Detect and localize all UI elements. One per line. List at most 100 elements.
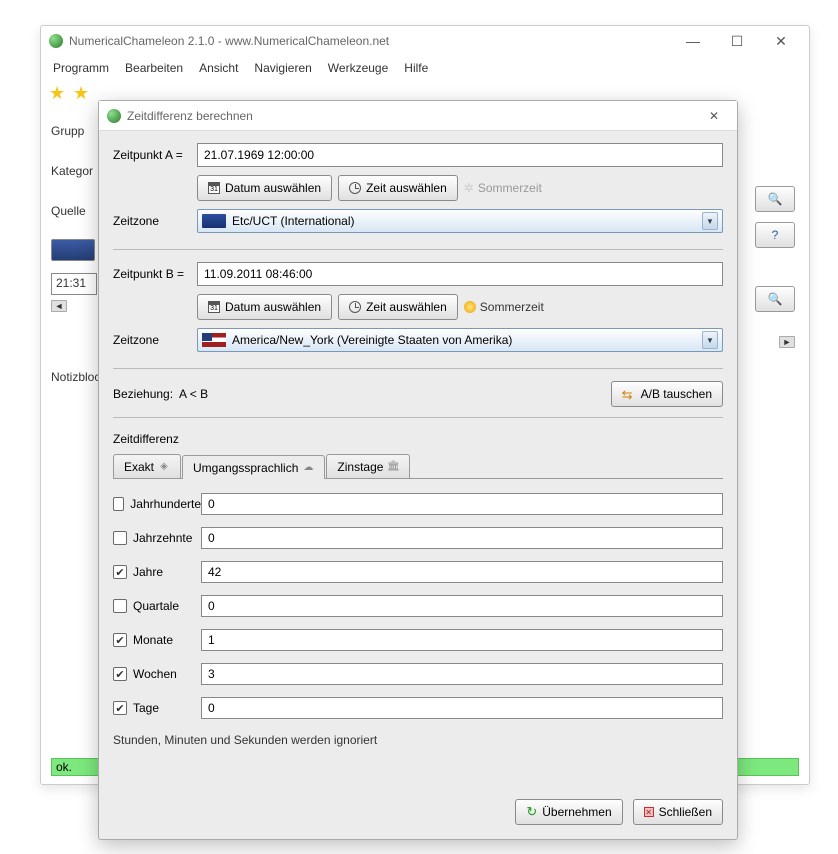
unit-checkbox[interactable]: [113, 497, 124, 511]
scroll-right-icon[interactable]: ►: [779, 336, 795, 348]
unit-checkbox[interactable]: ✔: [113, 667, 127, 681]
unit-value-input[interactable]: [201, 697, 723, 719]
date-select-b-button[interactable]: 31Datum auswählen: [197, 294, 332, 320]
unit-checkbox[interactable]: [113, 599, 127, 613]
menu-bearbeiten[interactable]: Bearbeiten: [119, 59, 189, 77]
unit-label: ✔Tage: [113, 701, 201, 715]
clock-icon: [349, 301, 361, 313]
divider: [113, 368, 723, 369]
flag-us-icon: [202, 333, 226, 347]
unit-name: Jahrhunderte: [130, 497, 201, 511]
unit-row: Quartale: [113, 591, 723, 621]
time-select-a-button[interactable]: Zeit auswählen: [338, 175, 458, 201]
chevron-down-icon: ▼: [702, 212, 718, 230]
tab-umgangssprachlich[interactable]: Umgangssprachlich☁: [182, 455, 325, 479]
unit-value-input[interactable]: [201, 493, 723, 515]
app-icon: [49, 34, 63, 48]
relation-label: Beziehung:: [113, 387, 173, 401]
menu-programm[interactable]: Programm: [47, 59, 115, 77]
unit-label: ✔ Jahre: [113, 565, 201, 579]
unit-name: Jahre: [133, 565, 163, 579]
unit-label: Jahrzehnte: [113, 531, 201, 545]
unit-row: ✔ Monate: [113, 625, 723, 655]
status-text: ok.: [56, 760, 72, 774]
zeitzone-b-value: America/New_York (Vereinigte Staaten von…: [232, 333, 512, 347]
unit-row: Jahrzehnte: [113, 523, 723, 553]
zeitpunkt-a-input[interactable]: [197, 143, 723, 167]
app-icon: [107, 109, 121, 123]
cloud-icon: ☁: [302, 462, 314, 474]
star-icon[interactable]: ★: [49, 84, 69, 104]
search-button-2[interactable]: 🔍: [755, 286, 795, 312]
time-input[interactable]: 21:31: [51, 273, 97, 295]
calendar-icon: 31: [208, 301, 220, 313]
unit-name: Monate: [133, 633, 173, 647]
unit-value-input[interactable]: [201, 629, 723, 651]
zeitdifferenz-label: Zeitdifferenz: [113, 432, 723, 446]
menu-werkzeuge[interactable]: Werkzeuge: [322, 59, 394, 77]
menu-hilfe[interactable]: Hilfe: [398, 59, 434, 77]
unit-row: Jahrhunderte: [113, 489, 723, 519]
main-titlebar: NumericalChameleon 2.1.0 - www.Numerical…: [41, 26, 809, 56]
unit-checkbox[interactable]: ✔: [113, 633, 127, 647]
maximize-button[interactable]: ☐: [717, 28, 757, 54]
dialog-titlebar: Zeitdifferenz berechnen ✕: [99, 101, 737, 131]
unit-checkbox[interactable]: ✔: [113, 701, 127, 715]
clock-icon: [349, 182, 361, 194]
tab-exakt[interactable]: Exakt◈: [113, 454, 181, 478]
unit-checkbox[interactable]: ✔: [113, 565, 127, 579]
swap-ab-button[interactable]: ⇆A/B tauschen: [611, 381, 723, 407]
relation-value: A < B: [179, 387, 208, 401]
close-button[interactable]: ✕: [761, 28, 801, 54]
search-button[interactable]: 🔍: [755, 186, 795, 212]
dialog-footer: ↻Übernehmen ✕Schließen: [99, 789, 737, 839]
window-controls: — ☐ ✕: [673, 28, 801, 54]
divider: [113, 249, 723, 250]
unit-value-input[interactable]: [201, 561, 723, 583]
unit-value-input[interactable]: [201, 595, 723, 617]
scroll-left-icon[interactable]: ◄: [51, 300, 67, 312]
zeitzone-b-combo[interactable]: America/New_York (Vereinigte Staaten von…: [197, 328, 723, 352]
unit-value-input[interactable]: [201, 663, 723, 685]
close-dialog-button[interactable]: ✕Schließen: [633, 799, 723, 825]
unit-checkbox[interactable]: [113, 531, 127, 545]
help-button[interactable]: ?: [755, 222, 795, 248]
menubar: Programm Bearbeiten Ansicht Navigieren W…: [41, 56, 809, 80]
label-zeitpunkt-a: Zeitpunkt A =: [113, 148, 197, 162]
tabs: Exakt◈ Umgangssprachlich☁ Zinstage🏛: [113, 452, 723, 478]
right-buttons: 🔍 ? 🔍 ►: [749, 186, 795, 348]
zeitzone-a-combo[interactable]: Etc/UCT (International) ▼: [197, 209, 723, 233]
zeitpunkt-b-input[interactable]: [197, 262, 723, 286]
date-select-a-button[interactable]: 31Datum auswählen: [197, 175, 332, 201]
label-zeitzone-a: Zeitzone: [113, 214, 197, 228]
sommerzeit-a: ✲Sommerzeit: [464, 181, 542, 195]
menu-ansicht[interactable]: Ansicht: [193, 59, 244, 77]
sun-icon: ✲: [464, 181, 474, 195]
ignore-note: Stunden, Minuten und Sekunden werden ign…: [113, 733, 723, 747]
dialog-close-button[interactable]: ✕: [699, 109, 729, 123]
tab-zinstage[interactable]: Zinstage🏛: [326, 454, 410, 478]
calendar-icon: 31: [208, 182, 220, 194]
timezone-chip[interactable]: [51, 239, 95, 261]
unit-row: ✔ Jahre: [113, 557, 723, 587]
menu-navigieren[interactable]: Navigieren: [248, 59, 317, 77]
apply-button[interactable]: ↻Übernehmen: [515, 799, 622, 825]
unit-label: Quartale: [113, 599, 201, 613]
time-select-b-button[interactable]: Zeit auswählen: [338, 294, 458, 320]
star-icon[interactable]: ★: [73, 84, 93, 104]
label-zeitzone-b: Zeitzone: [113, 333, 197, 347]
label-zeitpunkt-b: Zeitpunkt B =: [113, 267, 197, 281]
units-panel: Jahrhunderte Jahrzehnte ✔ Jahre Quartale ✔ Mon…: [113, 478, 723, 727]
sun-icon: [464, 301, 476, 313]
unit-value-input[interactable]: [201, 527, 723, 549]
unit-name: Quartale: [133, 599, 179, 613]
divider: [113, 417, 723, 418]
zeitzone-a-value: Etc/UCT (International): [232, 214, 355, 228]
unit-label: ✔Wochen: [113, 667, 201, 681]
window-title: NumericalChameleon 2.1.0 - www.Numerical…: [69, 34, 673, 48]
minimize-button[interactable]: —: [673, 28, 713, 54]
apply-icon: ↻: [526, 804, 537, 820]
flag-intl-icon: [202, 214, 226, 228]
gem-icon: ◈: [158, 461, 170, 473]
unit-row: ✔Tage: [113, 693, 723, 723]
